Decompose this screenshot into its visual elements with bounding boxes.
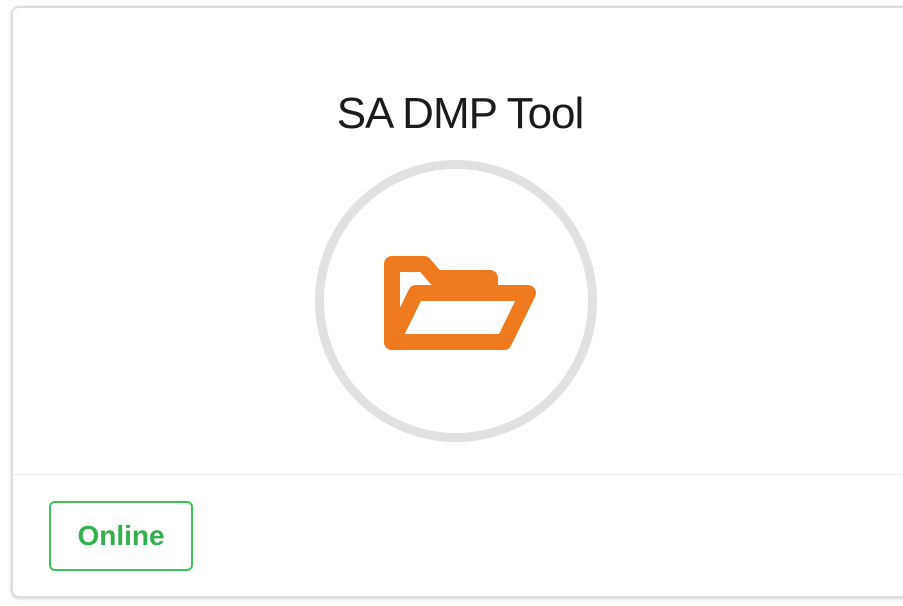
status-badge: Online: [49, 501, 193, 571]
folder-open-icon: [384, 256, 536, 350]
card-title: SA DMP Tool: [336, 89, 585, 138]
card-body: SA DMP Tool: [13, 8, 903, 474]
app-card[interactable]: SA DMP Tool Online: [11, 6, 903, 598]
icon-circle: [315, 160, 597, 442]
card-footer: Online: [13, 475, 903, 596]
